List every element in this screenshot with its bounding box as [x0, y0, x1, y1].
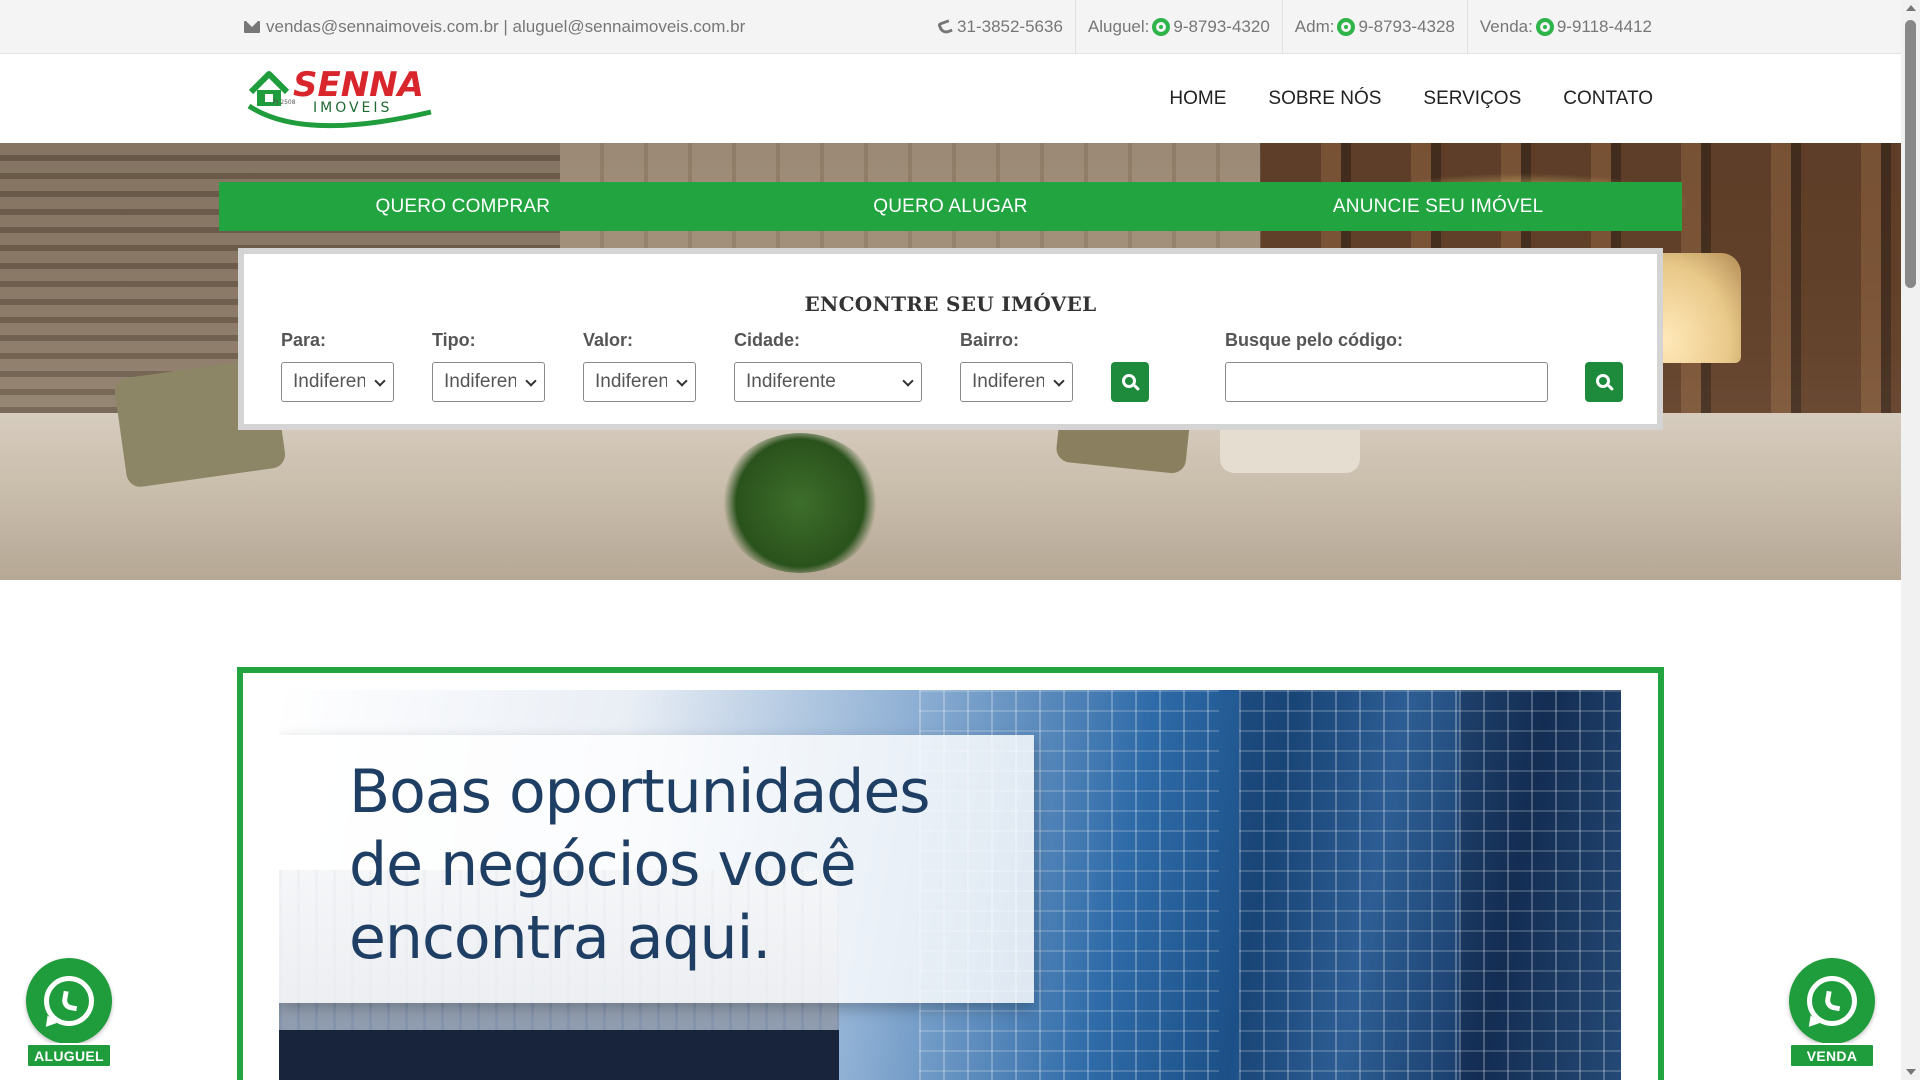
search-mode-tabs: QUERO COMPRAR QUERO ALUGAR ANUNCIE SEU I… [219, 182, 1682, 231]
property-search-panel: ENCONTRE SEU IMÓVEL Para: Indiferente Ti… [238, 248, 1663, 430]
envelope-icon [244, 21, 260, 33]
codigo-field: Busque pelo código: [1225, 330, 1548, 362]
codigo-search-button[interactable] [1585, 362, 1623, 402]
banner-line-3: encontra aqui. [349, 903, 771, 973]
whatsapp-venda-button[interactable]: VENDA [1787, 958, 1877, 1068]
chevron-down-icon [1053, 375, 1065, 387]
search-button[interactable] [1111, 362, 1149, 402]
phone-contacts: 31-3852-5636 Aluguel: 9-8793-4320 Adm: 9… [927, 0, 1652, 54]
whatsapp-aluguel-button[interactable]: ALUGUEL [24, 958, 114, 1068]
cidade-label: Cidade: [734, 330, 801, 350]
para-field: Para: Indiferente [281, 330, 394, 402]
phone-number[interactable]: 31-3852-5636 [957, 17, 1063, 37]
banner-image[interactable]: Boas oportunidades de negócios você enco… [279, 690, 1621, 1080]
page-scrollbar[interactable] [1901, 0, 1920, 1080]
whatsapp-icon [1337, 18, 1356, 36]
adm-label: Adm: [1294, 17, 1335, 36]
bairro-select[interactable]: Indiferente [960, 362, 1073, 402]
top-contact-bar: vendas@sennaimoveis.com.br | aluguel@sen… [0, 0, 1901, 54]
site-header: SENNA IMOVEIS PJ 2508 HOME SOBRE NÓS SER… [0, 54, 1901, 143]
cidade-select[interactable]: Indiferente [734, 362, 922, 402]
whatsapp-icon [1535, 18, 1554, 36]
sofa-decor [0, 413, 1901, 580]
svg-text:PJ 2508: PJ 2508 [273, 99, 296, 106]
tab-anuncie-seu-imovel[interactable]: ANUNCIE SEU IMÓVEL [1194, 182, 1682, 231]
promo-banner: Boas oportunidades de negócios você enco… [237, 667, 1664, 1080]
svg-text:SENNA: SENNA [293, 65, 424, 105]
svg-text:IMOVEIS: IMOVEIS [313, 100, 392, 116]
nav-servicos[interactable]: SERVIÇOS [1423, 88, 1521, 110]
banner-line-1: Boas oportunidades [349, 757, 931, 827]
aluguel-label: Aluguel: [1087, 17, 1150, 36]
valor-select[interactable]: Indiferente [583, 362, 696, 402]
valor-field: Valor: Indiferente [583, 330, 696, 402]
bairro-label: Bairro: [960, 330, 1020, 350]
whatsapp-icon [26, 958, 112, 1044]
nav-sobre-nos[interactable]: SOBRE NÓS [1268, 88, 1381, 110]
phone-main: 31-3852-5636 [927, 0, 1075, 54]
phone-aluguel: Aluguel: 9-8793-4320 [1074, 0, 1282, 54]
main-nav: HOME SOBRE NÓS SERVIÇOS CONTATO [1169, 54, 1653, 143]
venda-number[interactable]: 9-9118-4412 [1557, 17, 1652, 37]
bairro-field: Bairro: Indiferente [960, 330, 1073, 402]
senna-imoveis-logo[interactable]: SENNA IMOVEIS PJ 2508 [243, 62, 435, 138]
valor-label: Valor: [583, 330, 634, 350]
tipo-field: Tipo: Indiferente [432, 330, 545, 402]
search-title: ENCONTRE SEU IMÓVEL [804, 292, 1097, 316]
phone-venda: Venda: 9-9118-4412 [1466, 0, 1652, 54]
para-label: Para: [281, 330, 327, 350]
aluguel-number[interactable]: 9-8793-4320 [1173, 17, 1269, 37]
whatsapp-aluguel-label: ALUGUEL [26, 1043, 112, 1068]
codigo-label: Busque pelo código: [1225, 330, 1403, 350]
phone-icon [937, 18, 953, 36]
email-text[interactable]: vendas@sennaimoveis.com.br | aluguel@sen… [266, 17, 745, 37]
venda-label: Venda: [1479, 17, 1533, 36]
codigo-input[interactable] [1225, 362, 1548, 402]
tipo-select[interactable]: Indiferente [432, 362, 545, 402]
whatsapp-icon [1789, 958, 1875, 1044]
search-icon [1121, 373, 1136, 388]
cidade-field: Cidade: Indiferente [734, 330, 922, 402]
nav-home[interactable]: HOME [1169, 88, 1226, 110]
banner-line-2: de negócios você [349, 830, 857, 900]
tab-quero-comprar[interactable]: QUERO COMPRAR [219, 182, 707, 231]
whatsapp-venda-label: VENDA [1789, 1043, 1875, 1068]
chevron-down-icon [902, 375, 914, 387]
whatsapp-icon [1152, 18, 1171, 36]
scroll-down-arrow-icon[interactable] [1906, 1069, 1916, 1075]
para-select[interactable]: Indiferente [281, 362, 394, 402]
email-contacts: vendas@sennaimoveis.com.br | aluguel@sen… [244, 0, 745, 54]
adm-number[interactable]: 9-8793-4328 [1358, 17, 1454, 37]
tab-quero-alugar[interactable]: QUERO ALUGAR [707, 182, 1195, 231]
plant-decor [720, 433, 880, 573]
scroll-up-arrow-icon[interactable] [1906, 5, 1916, 11]
tipo-label: Tipo: [432, 330, 476, 350]
chevron-down-icon [676, 375, 688, 387]
nav-contato[interactable]: CONTATO [1563, 88, 1653, 110]
scrollbar-thumb[interactable] [1905, 20, 1916, 288]
search-icon [1595, 373, 1610, 388]
chevron-down-icon [525, 375, 537, 387]
phone-adm: Adm: 9-8793-4328 [1281, 0, 1467, 54]
banner-caption: Boas oportunidades de negócios você enco… [279, 735, 1034, 1003]
chevron-down-icon [374, 375, 386, 387]
